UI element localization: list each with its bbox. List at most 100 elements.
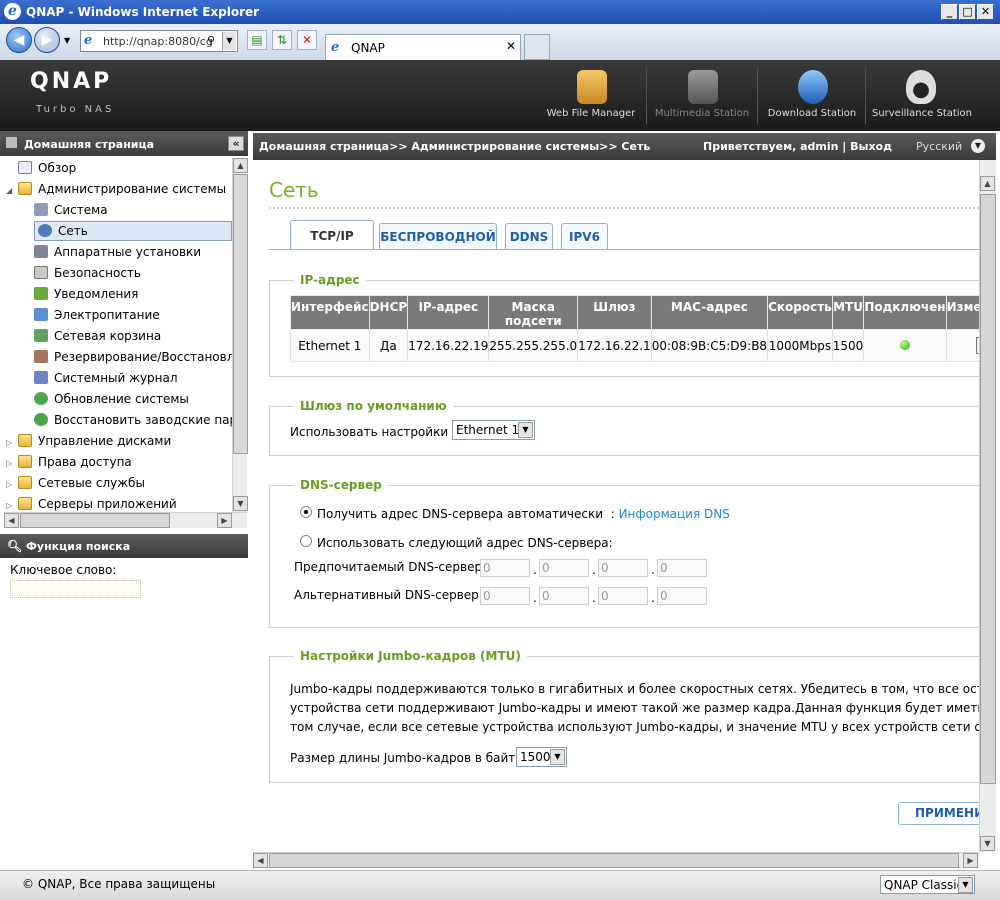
collapsed-arrow-icon[interactable]: ▷ bbox=[6, 432, 14, 453]
alternate-dns-octet-1[interactable]: 0 bbox=[480, 587, 530, 605]
history-dropdown-icon[interactable]: ▼ bbox=[64, 36, 70, 45]
preferred-dns-octet-1[interactable]: 0 bbox=[480, 559, 530, 577]
tree-item-system[interactable]: Система bbox=[34, 200, 108, 221]
tab-close-icon[interactable]: ✕ bbox=[506, 39, 516, 53]
alternate-dns-octet-3[interactable]: 0 bbox=[598, 587, 648, 605]
app-multimedia-station[interactable]: Multimedia Station bbox=[648, 64, 756, 128]
tab-wireless[interactable]: БЕСПРОВОДНОЙ bbox=[379, 223, 497, 249]
skin-select[interactable]: QNAP Classic ▼ bbox=[880, 875, 975, 894]
content-horizontal-scrollbar[interactable]: ◀ ▶ bbox=[253, 852, 979, 868]
tree-item-network[interactable]: Сеть bbox=[34, 221, 232, 241]
scroll-up-icon[interactable]: ▲ bbox=[980, 176, 995, 191]
scroll-down-icon[interactable]: ▼ bbox=[980, 836, 995, 851]
jumbo-description-line: Jumbo-кадры поддерживаются только в гига… bbox=[290, 682, 979, 696]
scroll-left-icon[interactable]: ◀ bbox=[4, 513, 19, 528]
browser-tab[interactable]: e QNAP ✕ bbox=[325, 34, 521, 60]
cell-mac: 00:08:9B:C5:D9:B8 bbox=[650, 329, 769, 362]
tab-tcpip[interactable]: TCP/IP bbox=[290, 220, 374, 250]
log-icon bbox=[34, 371, 48, 384]
scroll-up-icon[interactable]: ▲ bbox=[233, 158, 248, 173]
collapse-panel-button[interactable]: « bbox=[228, 136, 244, 151]
scroll-thumb[interactable] bbox=[20, 513, 170, 528]
new-tab-button[interactable] bbox=[524, 34, 550, 60]
restore-icon bbox=[34, 413, 48, 426]
scroll-down-icon[interactable]: ▼ bbox=[233, 496, 248, 511]
search-panel-header: 🔍︎ Функция поиска bbox=[0, 534, 248, 558]
refresh-icon[interactable]: ⇅ bbox=[272, 30, 292, 50]
tree-item-notifications[interactable]: Уведомления bbox=[34, 284, 138, 305]
expanded-arrow-icon[interactable]: ◢ bbox=[6, 180, 14, 201]
tree-item-overview[interactable]: Обзор bbox=[18, 158, 76, 179]
collapsed-arrow-icon[interactable]: ▷ bbox=[6, 495, 14, 512]
tree-item-backup-restore[interactable]: Резервирование/Восстановлен bbox=[34, 347, 232, 368]
dns-auto-radio[interactable] bbox=[300, 506, 312, 518]
forward-button[interactable]: ▶ bbox=[34, 27, 60, 53]
tree-item-firmware-update[interactable]: Обновление системы bbox=[34, 389, 189, 410]
close-button[interactable]: ✕ bbox=[977, 4, 994, 20]
preferred-dns-octet-2[interactable]: 0 bbox=[539, 559, 589, 577]
tree-item-restore-defaults[interactable]: Восстановить заводские парам bbox=[34, 410, 232, 431]
tab-ipv6[interactable]: IPV6 bbox=[561, 223, 608, 249]
collapsed-arrow-icon[interactable]: ▷ bbox=[6, 453, 14, 474]
breadcrumb-bar: Домашняя страница>> Администрирование си… bbox=[253, 133, 996, 160]
app-surveillance-station[interactable]: Surveillance Station bbox=[866, 64, 978, 128]
app-download-station[interactable]: Download Station bbox=[758, 64, 866, 128]
jumbo-description-line: устройства сети поддерживают Jumbo-кадры… bbox=[290, 701, 979, 715]
dns-manual-radio[interactable] bbox=[300, 535, 312, 547]
cell-connected bbox=[863, 329, 947, 362]
apply-button[interactable]: ПРИМЕНИТЬ bbox=[898, 802, 979, 825]
tree-item-network-recycle-bin[interactable]: Сетевая корзина bbox=[34, 326, 161, 347]
scroll-thumb[interactable] bbox=[980, 194, 996, 784]
stop-icon[interactable]: ✕ bbox=[297, 30, 317, 50]
tree-item-network-services[interactable]: ▷ Сетевые службы bbox=[6, 473, 145, 494]
keyword-input[interactable] bbox=[10, 580, 141, 598]
address-dropdown-icon[interactable]: ▼ bbox=[222, 32, 236, 50]
tree-item-hardware[interactable]: Аппаратные установки bbox=[34, 242, 201, 263]
tree-item-system-admin[interactable]: ◢ Администрирование системы bbox=[6, 179, 226, 200]
back-button[interactable]: ◀ bbox=[6, 27, 32, 53]
tree-item-disk-management[interactable]: ▷ Управление дисками bbox=[6, 431, 171, 452]
column-header: Скорость bbox=[767, 295, 833, 330]
breadcrumb[interactable]: Домашняя страница>> Администрирование си… bbox=[259, 140, 650, 153]
tree-vertical-scrollbar[interactable]: ▲ ▼ bbox=[232, 158, 248, 512]
collapsed-arrow-icon[interactable]: ▷ bbox=[6, 474, 14, 495]
preferred-dns-label: Предпочитаемый DNS-сервер: bbox=[294, 560, 487, 574]
tree-item-power[interactable]: Электропитание bbox=[34, 305, 160, 326]
jumbo-size-select[interactable]: 1500 ▼ bbox=[516, 747, 567, 767]
language-dropdown-icon[interactable]: ▼ bbox=[971, 139, 985, 153]
tree-item-security[interactable]: Безопасность bbox=[34, 263, 141, 284]
scroll-right-icon[interactable]: ▶ bbox=[963, 853, 978, 868]
column-header: Маска подсети bbox=[488, 295, 579, 330]
maximize-button[interactable]: □ bbox=[959, 4, 976, 20]
scroll-thumb[interactable] bbox=[233, 174, 248, 454]
scroll-right-icon[interactable]: ▶ bbox=[217, 513, 232, 528]
tree-item-system-log[interactable]: Системный журнал bbox=[34, 368, 178, 389]
content-vertical-scrollbar[interactable]: ▲ ▼ bbox=[979, 160, 996, 852]
app-web-file-manager[interactable]: Web File Manager bbox=[537, 64, 645, 128]
preferred-dns-octet-4[interactable]: 0 bbox=[657, 559, 707, 577]
alternate-dns-octet-2[interactable]: 0 bbox=[539, 587, 589, 605]
folder-icon bbox=[18, 476, 32, 489]
language-label[interactable]: Русский bbox=[916, 140, 962, 153]
alternate-dns-octet-4[interactable]: 0 bbox=[657, 587, 707, 605]
tab-ddns[interactable]: DDNS bbox=[505, 223, 553, 249]
scroll-thumb[interactable] bbox=[269, 853, 959, 868]
tree-horizontal-scrollbar[interactable]: ◀ ▶ bbox=[4, 512, 247, 528]
backup-icon bbox=[34, 350, 48, 363]
tree-item-access-rights[interactable]: ▷ Права доступа bbox=[6, 452, 132, 473]
preferred-dns-octet-3[interactable]: 0 bbox=[598, 559, 648, 577]
gateway-select[interactable]: Ethernet 1 ▼ bbox=[452, 420, 535, 440]
search-icon[interactable]: ⚲ bbox=[207, 34, 215, 47]
search-icon: 🔍︎ bbox=[7, 539, 23, 553]
welcome-logout[interactable]: Приветствуем, admin | Выход bbox=[703, 140, 892, 153]
ie-logo-icon: e bbox=[4, 3, 21, 20]
title-divider bbox=[269, 207, 979, 209]
scroll-left-icon[interactable]: ◀ bbox=[253, 853, 268, 868]
dns-info-link[interactable]: Информация DNS bbox=[619, 507, 730, 521]
tree-item-application-servers[interactable]: ▷ Серверы приложений bbox=[6, 494, 177, 512]
ip-dot: . bbox=[651, 563, 655, 577]
address-bar[interactable]: e http://qnap:8080/cg ⚲ ▼ bbox=[80, 30, 238, 52]
folder-icon bbox=[18, 455, 32, 468]
minimize-button[interactable]: _ bbox=[941, 4, 958, 20]
compatibility-icon[interactable]: ▤ bbox=[247, 30, 267, 50]
